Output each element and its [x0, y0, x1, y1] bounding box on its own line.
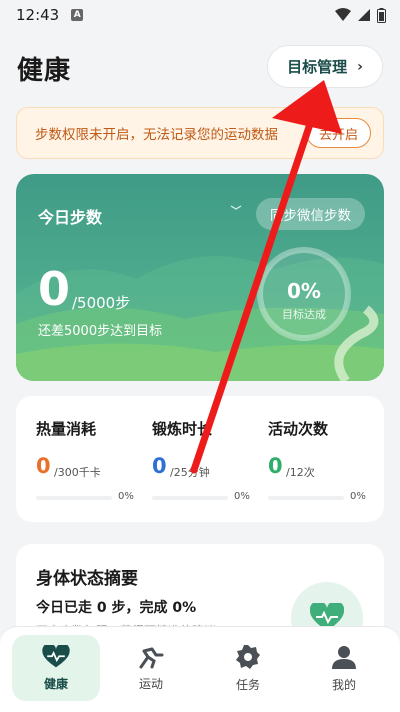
summary-line: 今日已走 0 步，完成 0% — [36, 600, 197, 616]
tab-label: 运动 — [138, 676, 163, 691]
notification-badge-icon: A — [71, 9, 84, 21]
status-bar: 12:43 A — [0, 0, 400, 30]
stat-percent: 0% — [350, 491, 366, 502]
today-steps-card: 今日步数 同步微信步数 0 /5000步 还差5000步达到目标 0% 目标达成 — [16, 174, 384, 381]
goal-percent-label: 目标达成 — [282, 308, 326, 321]
page-title: 健康 — [17, 56, 72, 86]
sync-wechat-steps-button[interactable]: 同步微信步数 — [256, 198, 365, 230]
warning-text: 步数权限未开启，无法记录您的运动数据 — [35, 127, 278, 143]
steps-goal: /5000步 — [72, 294, 131, 312]
tab-label: 我的 — [331, 677, 356, 692]
stat-percent: 0% — [234, 491, 250, 502]
today-steps-label: 今日步数 — [38, 208, 103, 227]
stat-progress-bar — [268, 496, 344, 500]
goal-management-button[interactable]: 目标管理 › — [267, 45, 383, 88]
badge-icon — [236, 644, 260, 669]
stat-unit: /12次 — [286, 466, 315, 479]
status-icons — [335, 7, 386, 23]
stat-title: 活动次数 — [268, 420, 329, 438]
stat-progress-bar — [152, 496, 228, 500]
status-time: 12:43 — [16, 6, 60, 24]
stat-unit: /25分钟 — [170, 466, 210, 479]
activity-count-stat[interactable]: 活动次数 0 /12次 0% — [268, 396, 378, 522]
activity-stats-card: 热量消耗 0 /300千卡 0% 锻炼时长 0 /25分钟 0% 活动次数 0 … — [16, 396, 384, 522]
stat-progress-bar — [36, 496, 112, 500]
stat-value: 0 — [152, 454, 167, 478]
person-icon — [332, 645, 356, 669]
tab-tasks[interactable]: 任务 — [204, 635, 292, 701]
battery-icon — [377, 7, 386, 23]
permission-warning-banner: 步数权限未开启，无法记录您的运动数据 去开启 — [16, 107, 384, 159]
tab-label: 任务 — [235, 677, 260, 692]
stat-title: 锻炼时长 — [152, 420, 213, 438]
tab-exercise[interactable]: 运动 — [107, 635, 195, 701]
stat-title: 热量消耗 — [36, 420, 97, 438]
tab-health[interactable]: 健康 — [12, 635, 100, 701]
goal-percent: 0% — [287, 279, 321, 303]
heart-pulse-icon — [42, 644, 70, 667]
wifi-icon — [335, 8, 351, 21]
chevron-right-icon: › — [357, 58, 363, 75]
tab-label: 健康 — [43, 676, 68, 691]
bottom-tab-bar: 健康 运动 任务 我的 — [0, 626, 400, 712]
exercise-time-stat[interactable]: 锻炼时长 0 /25分钟 0% — [152, 396, 262, 522]
tab-profile[interactable]: 我的 — [300, 635, 388, 701]
stat-unit: /300千卡 — [54, 466, 101, 479]
stat-percent: 0% — [118, 491, 134, 502]
goal-management-label: 目标管理 — [287, 58, 348, 76]
stat-value: 0 — [36, 454, 51, 478]
stat-value: 0 — [268, 454, 283, 478]
calories-stat[interactable]: 热量消耗 0 /300千卡 0% — [36, 396, 146, 522]
runner-icon — [139, 647, 164, 668]
summary-title: 身体状态摘要 — [36, 569, 138, 589]
steps-count: 0 — [38, 262, 71, 316]
steps-remaining: 还差5000步达到目标 — [38, 324, 163, 339]
signal-icon — [358, 9, 370, 21]
enable-permission-button[interactable]: 去开启 — [305, 118, 371, 148]
